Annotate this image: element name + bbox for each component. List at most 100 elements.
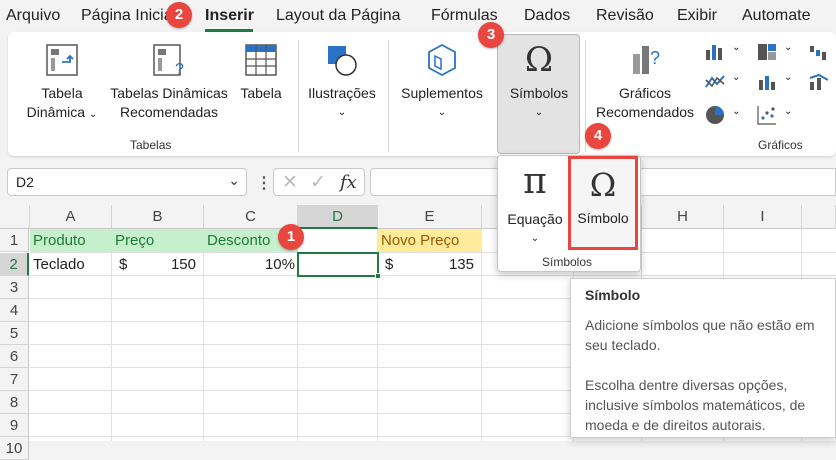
row-header[interactable]: 4 bbox=[0, 299, 29, 322]
pi-icon: π bbox=[523, 161, 547, 202]
tab-layout-da-pagina[interactable]: Layout da Página bbox=[276, 7, 401, 25]
cell-e2[interactable]: 135 bbox=[378, 253, 482, 276]
column-header-selected[interactable]: D bbox=[298, 205, 378, 229]
chevron-down-icon: ⌄ bbox=[337, 107, 347, 118]
cell-a2[interactable]: Teclado bbox=[30, 253, 112, 276]
omega-icon: Ω bbox=[524, 40, 554, 80]
cell-a1[interactable]: Produto bbox=[30, 229, 112, 252]
line-chart-button[interactable]: ⌄ bbox=[704, 72, 744, 92]
cell-d2-selected[interactable] bbox=[297, 252, 379, 277]
ilustracoes-label: Ilustrações bbox=[308, 85, 376, 101]
omega-icon: Ω bbox=[589, 166, 617, 204]
chevron-down-icon[interactable]: ⌄ bbox=[228, 172, 240, 189]
row-header[interactable]: 9 bbox=[0, 414, 29, 437]
tooltip-title: Símbolo bbox=[585, 287, 641, 303]
suplementos-label: Suplementos bbox=[401, 85, 483, 101]
ribbon-separator bbox=[388, 40, 389, 152]
ilustracoes-button[interactable]: Ilustrações ⌄ bbox=[303, 42, 381, 122]
row-header[interactable]: 1 bbox=[0, 229, 29, 252]
column-chart-button[interactable]: ⌄ bbox=[704, 42, 744, 62]
recommended-pivot-icon: ? bbox=[153, 44, 184, 78]
column-header[interactable] bbox=[802, 205, 836, 229]
step-badge-3: 3 bbox=[478, 22, 504, 48]
tabela-label: Tabela bbox=[240, 85, 282, 101]
simbolos-dropdown: π Equação ⌄ Ω Símbolo Símbolos bbox=[497, 155, 641, 272]
chevron-down-icon: ⌄ bbox=[784, 106, 793, 117]
column-header[interactable]: I bbox=[724, 205, 802, 229]
cell-e1[interactable]: Novo Preço bbox=[378, 229, 482, 252]
column-header[interactable]: A bbox=[30, 205, 112, 229]
confirm-icon[interactable]: ✓ bbox=[310, 171, 326, 194]
tab-revisao[interactable]: Revisão bbox=[596, 7, 654, 25]
column-header[interactable]: B bbox=[112, 205, 204, 229]
group-label-tabelas: Tabelas bbox=[130, 138, 172, 152]
hierarchy-chart-button[interactable]: ⌄ bbox=[756, 42, 796, 62]
simbolos-button[interactable]: Ω Símbolos ⌄ bbox=[499, 42, 579, 122]
chevron-down-icon: ⌄ bbox=[732, 72, 741, 83]
tabelas-recomendadas-label2: Recomendadas bbox=[119, 104, 219, 120]
name-box[interactable]: D2 ⌄ bbox=[7, 168, 247, 196]
row-header[interactable]: 3 bbox=[0, 276, 29, 299]
simbolo-button[interactable]: Ω Símbolo bbox=[568, 156, 638, 250]
hierarchy-chart-icon bbox=[758, 44, 776, 60]
tab-exibir[interactable]: Exibir bbox=[677, 7, 717, 25]
insert-function-icon[interactable]: fx bbox=[340, 172, 357, 193]
formula-buttons: ✕ ✓ fx bbox=[273, 168, 365, 196]
tab-automate[interactable]: Automate bbox=[742, 7, 810, 25]
row-header[interactable]: 5 bbox=[0, 322, 29, 345]
line-chart-icon bbox=[705, 75, 725, 88]
suplementos-button[interactable]: Suplementos ⌄ bbox=[395, 42, 489, 122]
row-header[interactable]: 6 bbox=[0, 345, 29, 368]
step-badge-1: 1 bbox=[278, 224, 304, 250]
more-options-icon[interactable]: ⋮ bbox=[256, 173, 272, 193]
addins-icon bbox=[428, 43, 456, 77]
tabela-button[interactable]: Tabela bbox=[236, 42, 286, 103]
tabelas-dinamicas-recomendadas-button[interactable]: ? Tabelas Dinâmicas Recomendadas bbox=[104, 42, 234, 122]
column-header[interactable]: H bbox=[642, 205, 724, 229]
tabela-dinamica-button[interactable]: Tabela Dinâmica ⌄ bbox=[18, 42, 106, 124]
graficos-recomendados-button[interactable]: ? Gráficos Recomendados bbox=[590, 42, 700, 122]
svg-text:?: ? bbox=[650, 48, 660, 68]
statistic-chart-button[interactable]: ⌄ bbox=[756, 72, 796, 92]
row-header-selected[interactable]: 2 bbox=[0, 253, 29, 276]
chevron-down-icon: ⌄ bbox=[534, 107, 544, 118]
tab-dados[interactable]: Dados bbox=[524, 7, 570, 25]
step-badge-4: 4 bbox=[585, 123, 611, 149]
waterfall-chart-button[interactable] bbox=[808, 42, 836, 62]
chevron-down-icon: ⌄ bbox=[784, 72, 793, 83]
tab-inserir[interactable]: Inserir bbox=[205, 7, 254, 25]
ribbon-separator bbox=[298, 40, 299, 152]
group-label-simbolos: Símbolos bbox=[542, 255, 593, 269]
chevron-down-icon: ⌄ bbox=[784, 42, 793, 53]
cell-c2[interactable]: 10% bbox=[204, 253, 298, 276]
pivot-table-icon bbox=[46, 44, 78, 76]
scatter-chart-icon bbox=[757, 106, 776, 125]
svg-text:?: ? bbox=[175, 61, 184, 78]
cell-b1[interactable]: Preço bbox=[112, 229, 204, 252]
scatter-chart-button[interactable]: ⌄ bbox=[756, 104, 796, 126]
tabela-dinamica-label2: Dinâmica bbox=[26, 104, 86, 120]
row-header[interactable]: 10 bbox=[0, 437, 29, 460]
tab-pagina-inicial[interactable]: Página Inicial bbox=[81, 7, 169, 25]
chevron-down-icon: ⌄ bbox=[437, 107, 447, 118]
column-header[interactable]: E bbox=[378, 205, 482, 229]
row-header[interactable]: 7 bbox=[0, 368, 29, 391]
simbolo-label: Símbolo bbox=[577, 210, 629, 226]
tooltip-details: Escolha dentre diversas opções, inclusiv… bbox=[585, 377, 806, 433]
cancel-icon[interactable]: ✕ bbox=[282, 171, 298, 194]
step-badge-2: 2 bbox=[166, 2, 192, 28]
simbolos-label: Símbolos bbox=[509, 85, 569, 101]
name-box-value: D2 bbox=[16, 174, 34, 190]
equacao-button[interactable]: π Equação ⌄ bbox=[504, 164, 566, 248]
tab-arquivo[interactable]: Arquivo bbox=[6, 7, 60, 25]
cell-b2[interactable]: 150 bbox=[112, 253, 204, 276]
pie-chart-button[interactable]: ⌄ bbox=[704, 104, 744, 126]
tabelas-recomendadas-label1: Tabelas Dinâmicas bbox=[110, 85, 228, 101]
row-header[interactable]: 8 bbox=[0, 391, 29, 414]
formula-bar: D2 ⌄ ⋮ ✕ ✓ fx bbox=[0, 162, 836, 202]
combo-chart-button[interactable] bbox=[808, 72, 836, 92]
select-all-corner[interactable] bbox=[0, 205, 30, 229]
tabela-dinamica-label1: Tabela bbox=[41, 85, 83, 101]
simbolo-tooltip: Símbolo Adicione símbolos que não estão … bbox=[570, 278, 836, 438]
ribbon-tabs: Arquivo Página Inicial Inserir Layout da… bbox=[0, 0, 836, 32]
